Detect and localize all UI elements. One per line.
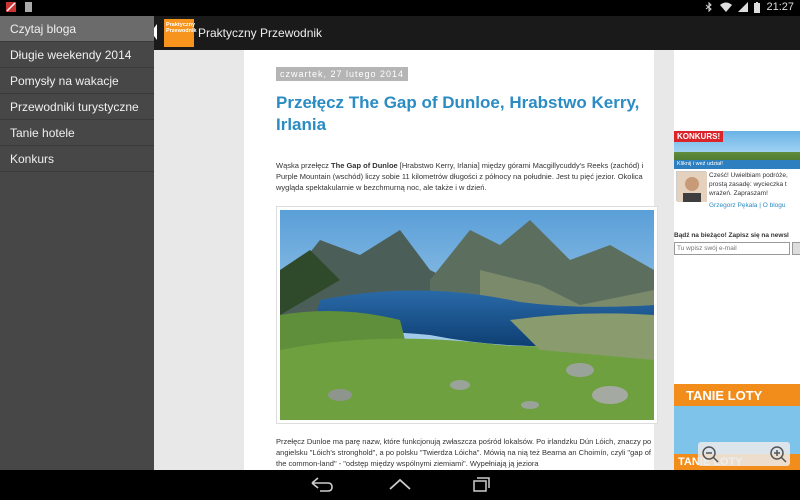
konkurs-strip: Kliknij i weź udział! bbox=[674, 160, 800, 169]
konkurs-banner[interactable]: KONKURS! Kliknij i weź udział! bbox=[674, 131, 800, 169]
navigation-drawer: Czytaj bloga Długie weekendy 2014 Pomysł… bbox=[0, 16, 154, 470]
zoom-in-icon[interactable] bbox=[768, 444, 788, 464]
post-intro: Wąska przełęcz The Gap of Dunloe [Hrabst… bbox=[276, 160, 652, 193]
blog-sidebar: KONKURS! Kliknij i weź udział! Cześć! Uw… bbox=[674, 50, 800, 470]
drawer-item-czytaj-bloga[interactable]: Czytaj bloga bbox=[0, 16, 154, 42]
file-notification-icon bbox=[25, 2, 32, 12]
home-icon[interactable] bbox=[385, 475, 415, 495]
post-photo[interactable] bbox=[276, 206, 658, 424]
author-bio-line: prostą zasadę: wycieczka t bbox=[709, 181, 787, 188]
author-bio-line: wrażeń. Zapraszam! bbox=[709, 190, 768, 197]
author-link[interactable]: Grzegorz Pękala | O blogu bbox=[709, 202, 785, 209]
newsletter-submit-button[interactable] bbox=[792, 242, 800, 255]
drawer-item-pomysly-na-wakacje[interactable]: Pomysły na wakacje bbox=[0, 68, 154, 94]
author-bio: Cześć! Uwielbiam podróże, prostą zasadę:… bbox=[709, 171, 800, 198]
post-body: Przełęcz Dunloe ma parę nazw, które funk… bbox=[276, 437, 652, 468]
author-avatar[interactable] bbox=[676, 171, 707, 202]
post-title[interactable]: Przełęcz The Gap of Dunloe, Hrabstwo Ker… bbox=[276, 92, 646, 136]
zoom-out-icon[interactable] bbox=[700, 444, 720, 464]
app-logo[interactable]: Praktyczny Przewodnik bbox=[164, 19, 197, 47]
back-icon[interactable] bbox=[306, 475, 336, 495]
app-notification-icon bbox=[6, 2, 16, 12]
author-face-icon bbox=[677, 172, 707, 202]
screen: 21:27 Praktyczny Przewodnik Praktyczny P… bbox=[0, 0, 800, 500]
tanie-loty-title: TANIE LOTY bbox=[674, 384, 800, 406]
app-title: Praktyczny Przewodnik bbox=[198, 26, 323, 40]
status-time: 21:27 bbox=[766, 1, 794, 13]
signal-icon bbox=[738, 2, 749, 12]
wifi-icon bbox=[720, 2, 733, 12]
post-date: czwartek, 27 lutego 2014 bbox=[276, 67, 409, 81]
drawer-item-przewodniki[interactable]: Przewodniki turystyczne bbox=[0, 94, 154, 120]
post-intro-before: Wąska przełęcz bbox=[276, 161, 332, 170]
recent-apps-icon[interactable] bbox=[466, 475, 496, 495]
blog-post: czwartek, 27 lutego 2014 Przełęcz The Ga… bbox=[244, 50, 658, 470]
drawer-item-konkurs[interactable]: Konkurs bbox=[0, 146, 154, 172]
newsletter-title: Bądź na bieżąco! Zapisz się na newsl bbox=[674, 232, 789, 239]
battery-icon bbox=[754, 1, 761, 13]
status-bar: 21:27 bbox=[0, 0, 800, 16]
webview-content[interactable]: czwartek, 27 lutego 2014 Przełęcz The Ga… bbox=[154, 50, 800, 470]
drawer-item-dlugie-weekendy[interactable]: Długie weekendy 2014 bbox=[0, 42, 154, 68]
author-bio-line: Cześć! Uwielbiam podróże, bbox=[709, 172, 788, 179]
konkurs-tag: KONKURS! bbox=[674, 131, 724, 142]
system-nav-bar bbox=[0, 470, 800, 500]
post-intro-bold: The Gap of Dunloe bbox=[331, 161, 398, 170]
app-logo-text: Praktyczny Przewodnik bbox=[166, 22, 197, 34]
bluetooth-icon bbox=[706, 2, 713, 12]
drawer-item-tanie-hotele[interactable]: Tanie hotele bbox=[0, 120, 154, 146]
landscape-photo bbox=[280, 210, 654, 420]
zoom-controls bbox=[698, 442, 790, 466]
newsletter-email-input[interactable] bbox=[674, 242, 790, 255]
